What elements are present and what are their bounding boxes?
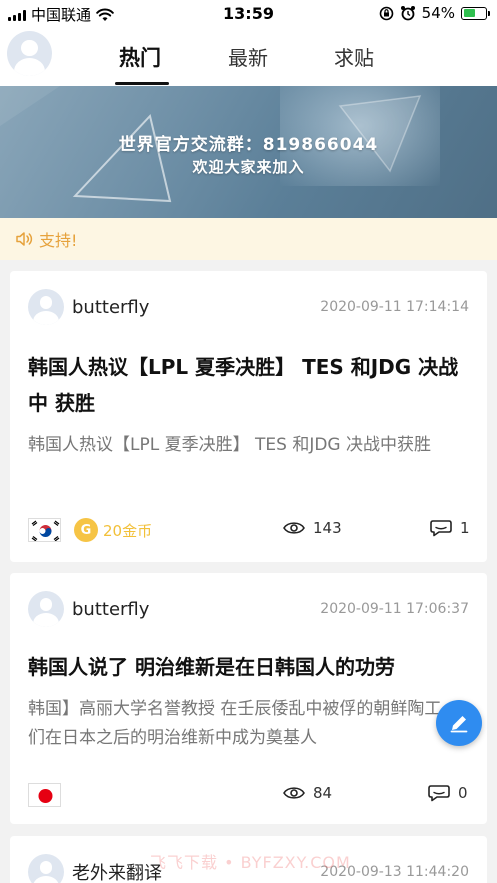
notice-bar[interactable]: 支持! bbox=[0, 218, 497, 260]
top-navigation: 热门 最新 求贴 bbox=[0, 28, 497, 86]
comment-count-value: 0 bbox=[458, 784, 468, 802]
comment-icon bbox=[428, 785, 450, 802]
battery-icon bbox=[461, 6, 490, 20]
comment-count[interactable]: 0 bbox=[428, 784, 468, 802]
post-title[interactable]: 韩国人热议【LPL 夏季决胜】 TES 和JDG 决战中 获胜 bbox=[28, 349, 469, 421]
post-card[interactable]: butterfly 2020-09-11 17:06:37 韩国人说了 明治维新… bbox=[10, 573, 487, 824]
banner-title: 世界官方交流群：819866044 bbox=[118, 135, 379, 155]
tab-latest[interactable]: 最新 bbox=[228, 42, 268, 71]
watermark: 飞飞下载 • BYFZXY.COM bbox=[150, 853, 351, 872]
comment-count-value: 1 bbox=[460, 519, 470, 537]
author-avatar[interactable] bbox=[28, 591, 64, 627]
alarm-icon bbox=[400, 6, 415, 21]
notice-text: 支持! bbox=[39, 231, 78, 250]
avatar-placeholder-icon bbox=[7, 31, 52, 76]
speaker-icon bbox=[16, 232, 33, 246]
post-excerpt: 韩国】高丽大学名誉教授 在壬辰倭乱中被俘的朝鲜陶工们在日本之后的明治维新中成为奠… bbox=[28, 699, 442, 748]
post-time: 2020-09-11 17:14:14 bbox=[320, 299, 469, 315]
post-card[interactable]: butterfly 2020-09-11 17:14:14 韩国人热议【LPL … bbox=[10, 271, 487, 562]
post-excerpt: 韩国人热议【LPL 夏季决胜】 TES 和JDG 决战中获胜 bbox=[28, 435, 432, 455]
comment-count[interactable]: 1 bbox=[430, 519, 470, 537]
view-count: 143 bbox=[283, 519, 342, 537]
view-count-value: 143 bbox=[313, 519, 342, 537]
banner-subtitle: 欢迎大家来加入 bbox=[192, 158, 305, 176]
author-name[interactable]: butterfly bbox=[72, 297, 149, 318]
gold-coin-icon: G bbox=[74, 518, 98, 542]
japan-flag-icon bbox=[28, 783, 61, 807]
battery-level bbox=[463, 9, 475, 17]
south-korea-flag-icon bbox=[28, 518, 61, 542]
comment-icon bbox=[430, 520, 452, 537]
active-tab-indicator bbox=[115, 82, 169, 85]
post-footer: G 20金币 bbox=[28, 515, 469, 545]
tab-hot[interactable]: 热门 bbox=[119, 42, 161, 72]
author-avatar[interactable] bbox=[28, 289, 64, 325]
view-count: 84 bbox=[283, 784, 332, 802]
post-time: 2020-09-11 17:06:37 bbox=[320, 601, 469, 617]
tab-requests[interactable]: 求贴 bbox=[334, 42, 374, 71]
author-avatar[interactable] bbox=[28, 854, 64, 883]
user-avatar[interactable] bbox=[7, 31, 52, 76]
banner[interactable]: 世界官方交流群：819866044 欢迎大家来加入 bbox=[0, 86, 497, 218]
eye-icon bbox=[283, 522, 305, 534]
author-name[interactable]: 老外来翻译 bbox=[72, 859, 162, 883]
eye-icon bbox=[283, 787, 305, 799]
post-title[interactable]: 韩国人说了 明治维新是在日韩国人的功劳 bbox=[28, 649, 469, 685]
status-right: 54% bbox=[379, 4, 490, 22]
coin-reward: 20金币 bbox=[103, 521, 153, 540]
view-count-value: 84 bbox=[313, 784, 333, 802]
post-header: butterfly 2020-09-11 17:14:14 bbox=[28, 289, 469, 325]
post-footer bbox=[28, 780, 469, 810]
compose-button[interactable] bbox=[436, 700, 482, 746]
status-bar: 中国联通 13:59 54% bbox=[0, 0, 497, 28]
author-name[interactable]: butterfly bbox=[72, 599, 149, 620]
battery-percent: 54% bbox=[421, 4, 455, 22]
rotation-lock-icon bbox=[379, 6, 393, 20]
post-header: butterfly 2020-09-11 17:06:37 bbox=[28, 591, 469, 627]
edit-pencil-icon bbox=[450, 716, 468, 733]
